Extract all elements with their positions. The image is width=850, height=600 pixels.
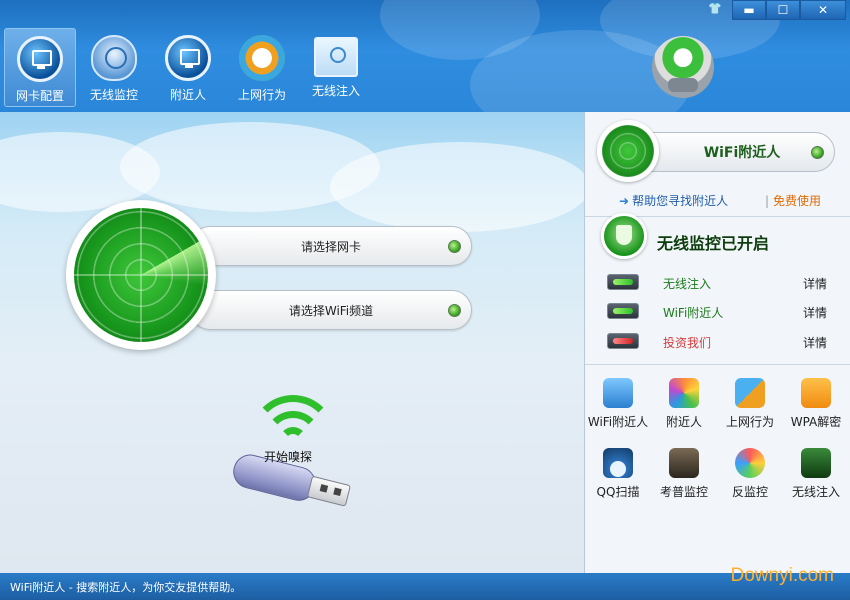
free-use-link[interactable]: | 免费使用 [765, 192, 821, 209]
nav-label: 附近人 [169, 88, 206, 102]
people-icon [669, 378, 699, 408]
status-bar: WiFi附近人 - 搜索附近人，为你交友提供帮助。 [0, 573, 850, 600]
lock-icon [801, 378, 831, 408]
browser-icon [735, 378, 765, 408]
shirt-icon[interactable]: 👕 [706, 2, 724, 18]
led-indicator-icon [607, 333, 639, 349]
tool-label: 反监控 [731, 485, 768, 499]
separator: | [765, 194, 770, 208]
wifi-nearby-button[interactable]: WiFi附近人 [631, 132, 835, 172]
led-indicator-icon [607, 303, 639, 319]
tool-inject[interactable]: 无线注入 [785, 448, 847, 502]
details-link[interactable]: 详情 [803, 304, 827, 321]
status-text: WiFi附近人 - 搜索附近人，为你交友提供帮助。 [10, 581, 242, 594]
nav-label: 上网行为 [237, 88, 286, 102]
nav-label: 无线监控 [89, 88, 138, 102]
tool-label: 上网行为 [725, 415, 774, 429]
radar-icon [66, 200, 216, 350]
radar-icon [597, 120, 659, 182]
maximize-button[interactable]: ☐ [766, 0, 800, 20]
tool-label: 考普监控 [659, 485, 708, 499]
status-row: WiFi附近人 详情 [585, 301, 850, 323]
inject-icon [801, 448, 831, 478]
select-channel-label: 请选择WiFi频道 [288, 303, 374, 318]
details-link[interactable]: 详情 [803, 275, 827, 292]
status-row-label[interactable]: 投资我们 [663, 334, 711, 351]
tool-browsing[interactable]: 上网行为 [719, 378, 781, 432]
window-controls: ▬ ☐ ✕ [732, 0, 846, 20]
tool-label: WPA解密 [790, 415, 842, 429]
main-panel: 请选择网卡 请选择WiFi频道 开始嗅探 [0, 112, 584, 573]
monitor-globe-icon [165, 35, 211, 81]
top-toolbar: 👕 ▬ ☐ ✕ 网卡配置 无线监控 附近人 上网行为 无线注入 [0, 0, 850, 112]
tool-wifi-nearby[interactable]: WiFi附近人 [587, 378, 649, 432]
status-row: 投资我们 详情 [585, 331, 850, 353]
nav-item-browsing[interactable]: 上网行为 [226, 28, 298, 107]
camera-icon [669, 448, 699, 478]
cloud-icon [603, 378, 633, 408]
tool-nearby[interactable]: 附近人 [653, 378, 715, 432]
help-link-text: 帮助您寻找附近人 [632, 194, 729, 208]
arrow-right-icon: ➜ [619, 194, 630, 208]
tool-label: WiFi附近人 [587, 415, 649, 429]
browser-orbit-icon [239, 35, 285, 81]
tool-wpa[interactable]: WPA解密 [785, 378, 847, 432]
led-indicator-icon [607, 274, 639, 290]
free-use-text: 免费使用 [773, 194, 822, 208]
screen-inject-icon [314, 37, 358, 77]
nav-label: 无线注入 [311, 84, 360, 98]
shield-radar-icon [91, 35, 137, 81]
tool-label: 无线注入 [791, 485, 840, 499]
main-nav: 网卡配置 无线监控 附近人 上网行为 无线注入 [4, 28, 374, 107]
tool-qq-scan[interactable]: QQ扫描 [587, 448, 649, 502]
wifi-nearby-title: WiFi附近人 [703, 145, 781, 161]
qq-scan-icon [603, 448, 633, 478]
status-row-label: WiFi附近人 [663, 306, 724, 320]
divider [585, 364, 850, 365]
help-link[interactable]: ➜ 帮助您寻找附近人 [619, 192, 728, 209]
monitor-status-title: 无线监控已开启 [657, 234, 770, 253]
cloud-decoration [330, 142, 584, 232]
shield-icon [601, 213, 647, 259]
nav-item-inject[interactable]: 无线注入 [300, 28, 372, 107]
nav-label: 网卡配置 [15, 89, 64, 103]
select-card-button[interactable]: 请选择网卡 [190, 226, 472, 266]
robot-logo-icon [652, 36, 714, 98]
network-card-icon [17, 36, 63, 82]
select-card-label: 请选择网卡 [300, 239, 361, 254]
select-channel-button[interactable]: 请选择WiFi频道 [190, 290, 472, 330]
status-dot-icon [811, 146, 824, 159]
anti-monitor-icon [735, 448, 765, 478]
minimize-button[interactable]: ▬ [732, 0, 766, 20]
status-row: 无线注入 详情 [585, 272, 850, 294]
tool-kp-monitor[interactable]: 考普监控 [653, 448, 715, 502]
nav-item-wireless-monitor[interactable]: 无线监控 [78, 28, 150, 107]
details-link[interactable]: 详情 [803, 334, 827, 351]
tool-anti-monitor[interactable]: 反监控 [719, 448, 781, 502]
wifi-signal-icon [248, 395, 338, 455]
close-button[interactable]: ✕ [800, 0, 846, 20]
status-row-label: 无线注入 [663, 277, 712, 291]
tool-label: 附近人 [665, 415, 702, 429]
start-sniff-label[interactable]: 开始嗅探 [264, 448, 312, 465]
nav-item-network-card[interactable]: 网卡配置 [4, 28, 76, 107]
nav-item-nearby[interactable]: 附近人 [152, 28, 224, 107]
tool-label: QQ扫描 [596, 485, 640, 499]
status-dot-icon [448, 304, 461, 317]
right-panel: WiFi附近人 ➜ 帮助您寻找附近人 | 免费使用 无线监控已开启 无线注入 详情 … [584, 112, 850, 573]
status-dot-icon [448, 240, 461, 253]
watermark: Downyi.com [730, 565, 834, 586]
